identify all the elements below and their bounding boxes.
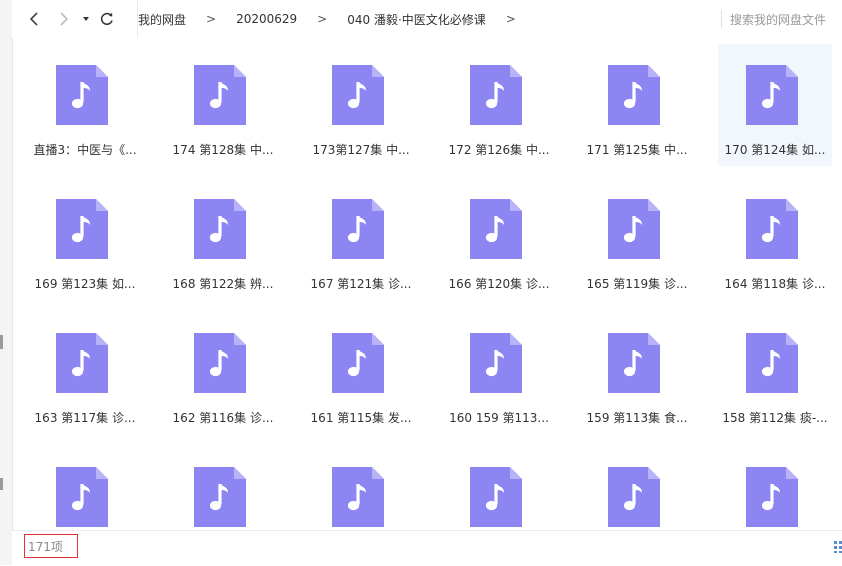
audio-file-icon — [608, 333, 660, 393]
file-item[interactable]: 172 第126集 中... — [442, 44, 556, 166]
file-name: 161 第115集 发... — [310, 411, 412, 425]
audio-file-icon — [56, 333, 108, 393]
audio-file-icon — [56, 65, 108, 125]
file-name: 168 第122集 辨... — [172, 277, 274, 291]
file-name: 171 第125集 中... — [586, 143, 688, 157]
chevron-right-icon — [60, 12, 69, 26]
history-dropdown-button[interactable] — [80, 9, 92, 29]
grid-view-icon[interactable] — [834, 541, 842, 553]
file-item[interactable]: 169 第123集 如... — [28, 178, 142, 300]
search-divider — [721, 10, 722, 28]
file-item[interactable]: 159 第113集 食... — [580, 312, 694, 434]
audio-file-icon — [332, 65, 384, 125]
file-name: 162 第116集 诊... — [172, 411, 274, 425]
audio-file-icon — [194, 65, 246, 125]
navigation-toolbar: 我的网盘 > 20200629 > 040 潘毅·中医文化必修课 > — [12, 0, 842, 38]
audio-file-icon — [608, 199, 660, 259]
audio-file-icon — [470, 199, 522, 259]
search-input[interactable] — [728, 9, 842, 31]
audio-file-icon — [332, 199, 384, 259]
back-button[interactable] — [26, 9, 42, 29]
file-item[interactable]: 160 159 第113... — [442, 312, 556, 434]
audio-file-icon — [470, 65, 522, 125]
audio-file-icon — [608, 65, 660, 125]
audio-file-icon — [332, 333, 384, 393]
file-item[interactable]: 直播3：中医与《... — [28, 44, 142, 166]
audio-file-icon — [56, 467, 108, 527]
audio-file-icon — [608, 467, 660, 527]
breadcrumb-item-current[interactable]: 040 潘毅·中医文化必修课 — [347, 11, 486, 28]
file-name: 159 第113集 食... — [586, 411, 688, 425]
file-item[interactable]: 158 第112集 痰-... — [718, 312, 832, 434]
file-item[interactable] — [304, 446, 418, 530]
file-name: 170 第124集 如... — [724, 143, 826, 157]
file-item[interactable] — [28, 446, 142, 530]
breadcrumb: 我的网盘 > 20200629 > 040 潘毅·中医文化必修课 > — [138, 0, 536, 38]
refresh-button[interactable] — [98, 9, 116, 29]
breadcrumb-separator: > — [317, 12, 328, 26]
file-item[interactable]: 164 第118集 诊... — [718, 178, 832, 300]
file-name: 173第127集 中... — [312, 143, 410, 157]
file-item[interactable]: 170 第124集 如... — [718, 44, 832, 166]
file-item[interactable]: 166 第120集 诊... — [442, 178, 556, 300]
audio-file-icon — [746, 65, 798, 125]
file-name: 166 第120集 诊... — [448, 277, 550, 291]
audio-file-icon — [194, 199, 246, 259]
file-item[interactable] — [166, 446, 280, 530]
edge-marker — [0, 478, 3, 490]
file-item[interactable] — [442, 446, 556, 530]
file-item[interactable]: 168 第122集 辨... — [166, 178, 280, 300]
file-name: 172 第126集 中... — [448, 143, 550, 157]
file-item[interactable]: 165 第119集 诊... — [580, 178, 694, 300]
file-item[interactable]: 167 第121集 诊... — [304, 178, 418, 300]
refresh-icon — [100, 12, 113, 25]
file-item[interactable]: 173第127集 中... — [304, 44, 418, 166]
audio-file-icon — [332, 467, 384, 527]
left-window-edge — [0, 0, 13, 565]
audio-file-icon — [56, 199, 108, 259]
file-grid: 直播3：中医与《... 174 第128集 中... 173第127集 中... 17… — [28, 44, 842, 530]
audio-file-icon — [746, 199, 798, 259]
file-item[interactable]: 163 第117集 诊... — [28, 312, 142, 434]
item-count: 171项 — [24, 534, 78, 558]
file-name: 169 第123集 如... — [34, 277, 136, 291]
status-bar: 171项 — [12, 530, 842, 566]
file-item[interactable]: 161 第115集 发... — [304, 312, 418, 434]
breadcrumb-item-root[interactable]: 我的网盘 — [138, 11, 186, 28]
audio-file-icon — [470, 333, 522, 393]
file-item[interactable] — [580, 446, 694, 530]
file-name: 164 第118集 诊... — [724, 277, 826, 291]
file-name: 174 第128集 中... — [172, 143, 274, 157]
audio-file-icon — [194, 333, 246, 393]
file-item[interactable] — [718, 446, 832, 530]
file-name: 160 159 第113... — [449, 411, 549, 425]
audio-file-icon — [194, 467, 246, 527]
breadcrumb-separator: > — [206, 12, 217, 26]
audio-file-icon — [746, 333, 798, 393]
file-item[interactable]: 174 第128集 中... — [166, 44, 280, 166]
file-item[interactable]: 162 第116集 诊... — [166, 312, 280, 434]
file-name: 165 第119集 诊... — [586, 277, 688, 291]
file-name: 163 第117集 诊... — [34, 411, 136, 425]
chevron-left-icon — [29, 12, 38, 26]
audio-file-icon — [746, 467, 798, 527]
file-item[interactable]: 171 第125集 中... — [580, 44, 694, 166]
file-name: 158 第112集 痰-... — [722, 411, 828, 425]
caret-down-icon — [83, 17, 89, 21]
edge-marker — [0, 335, 3, 349]
breadcrumb-item-folder[interactable]: 20200629 — [236, 12, 297, 26]
file-name: 直播3：中医与《... — [33, 143, 137, 157]
breadcrumb-separator: > — [505, 12, 516, 26]
forward-button[interactable] — [56, 9, 72, 29]
audio-file-icon — [470, 467, 522, 527]
file-name: 167 第121集 诊... — [310, 277, 412, 291]
